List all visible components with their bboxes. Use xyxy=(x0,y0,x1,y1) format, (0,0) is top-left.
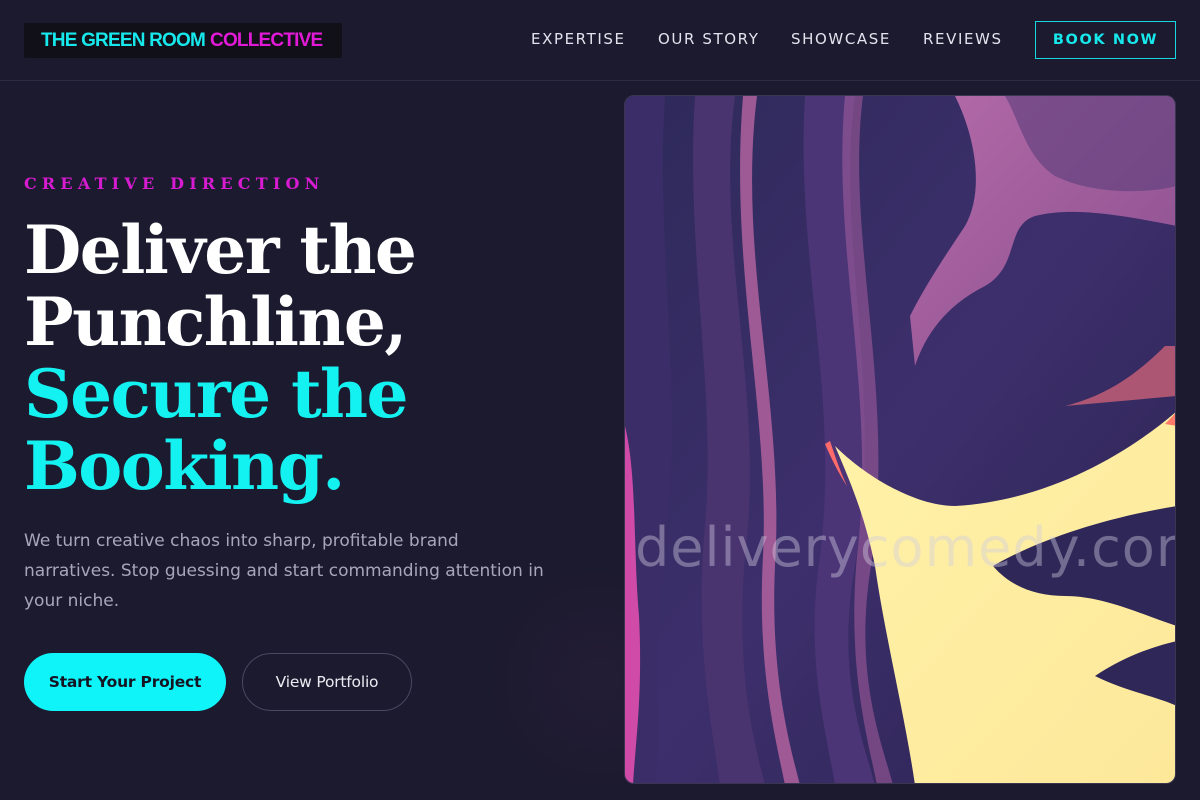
nav-link-showcase[interactable]: SHOWCASE xyxy=(791,30,891,48)
start-project-button[interactable]: Start Your Project xyxy=(24,653,226,711)
hero-headline: Deliver the Punchline, Secure the Bookin… xyxy=(24,214,544,502)
book-now-button[interactable]: BOOK NOW xyxy=(1035,21,1176,59)
hero-artwork-image: deliverycomedy.com xyxy=(624,95,1176,784)
site-header: THE GREEN ROOM COLLECTIVE EXPERTISE OUR … xyxy=(0,0,1200,81)
logo-text-primary: THE GREEN ROOM xyxy=(41,29,206,51)
abstract-artwork xyxy=(625,96,1175,783)
headline-line-3: Secure the xyxy=(24,355,409,433)
nav-link-expertise[interactable]: EXPERTISE xyxy=(531,30,626,48)
hero-eyebrow: CREATIVE DIRECTION xyxy=(24,174,325,193)
nav-link-reviews[interactable]: REVIEWS xyxy=(923,30,1003,48)
headline-line-1: Deliver the xyxy=(24,211,417,289)
nav-link-our-story[interactable]: OUR STORY xyxy=(658,30,760,48)
view-portfolio-button[interactable]: View Portfolio xyxy=(242,653,412,711)
headline-line-4: Booking. xyxy=(24,427,345,505)
image-watermark: deliverycomedy.com xyxy=(635,516,1176,579)
page: THE GREEN ROOM COLLECTIVE EXPERTISE OUR … xyxy=(0,0,1200,800)
brand-logo[interactable]: THE GREEN ROOM COLLECTIVE xyxy=(24,23,342,58)
headline-line-2: Punchline, xyxy=(24,283,407,361)
hero-description: We turn creative chaos into sharp, profi… xyxy=(24,531,544,611)
logo-text-accent: COLLECTIVE xyxy=(210,29,323,51)
